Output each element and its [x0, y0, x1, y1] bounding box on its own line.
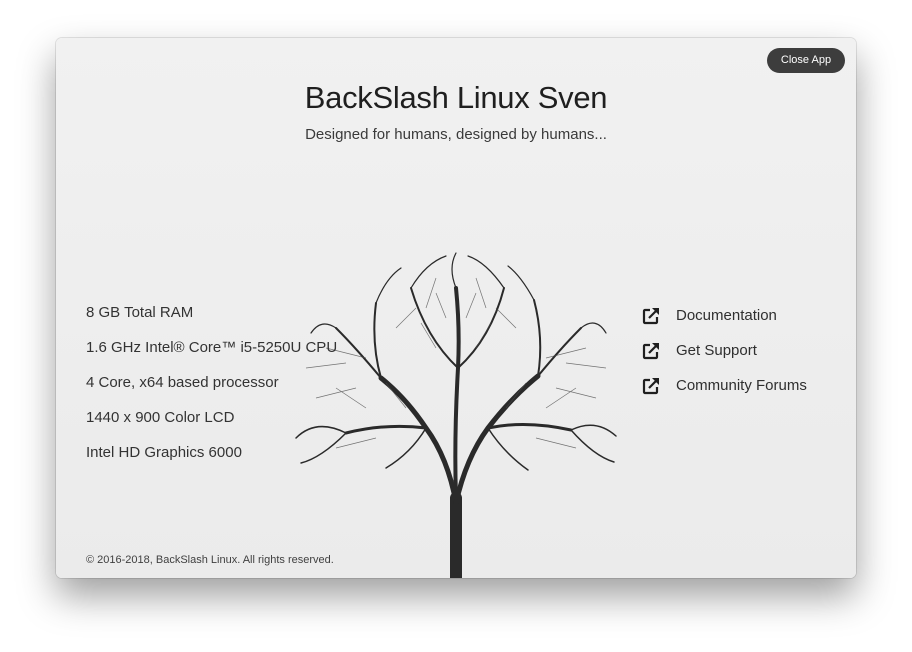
page-title: BackSlash Linux Sven: [304, 80, 608, 115]
external-link-icon: [642, 307, 659, 324]
copyright-text: © 2016-2018, BackSlash Linux. All rights…: [86, 554, 334, 566]
close-app-button[interactable]: Close App: [767, 48, 845, 73]
link-documentation[interactable]: Documentation: [641, 298, 807, 333]
link-get-support-label: Get Support: [676, 342, 757, 359]
spec-cpu: 1.6 GHz Intel® Core™ i5-5250U CPU: [86, 339, 338, 356]
help-links-list: Documentation Get Support Community Foru…: [641, 298, 807, 403]
spec-ram: 8 GB Total RAM: [86, 304, 194, 321]
link-get-support[interactable]: Get Support: [641, 333, 807, 368]
link-documentation-label: Documentation: [676, 307, 777, 324]
page-subtitle: Designed for humans, designed by humans.…: [305, 126, 607, 143]
link-community-forums[interactable]: Community Forums: [641, 368, 807, 403]
spec-graphics: Intel HD Graphics 6000: [86, 444, 242, 461]
about-window: Close App BackSlash Linux Sven Designed …: [56, 38, 856, 578]
spec-cores: 4 Core, x64 based processor: [86, 374, 279, 391]
external-link-icon: [642, 342, 659, 359]
link-community-forums-label: Community Forums: [676, 377, 807, 394]
spec-display: 1440 x 900 Color LCD: [86, 409, 235, 426]
system-specs-list: 8 GB Total RAM 1.6 GHz Intel® Core™ i5-5…: [86, 303, 337, 478]
external-link-icon: [642, 377, 659, 394]
